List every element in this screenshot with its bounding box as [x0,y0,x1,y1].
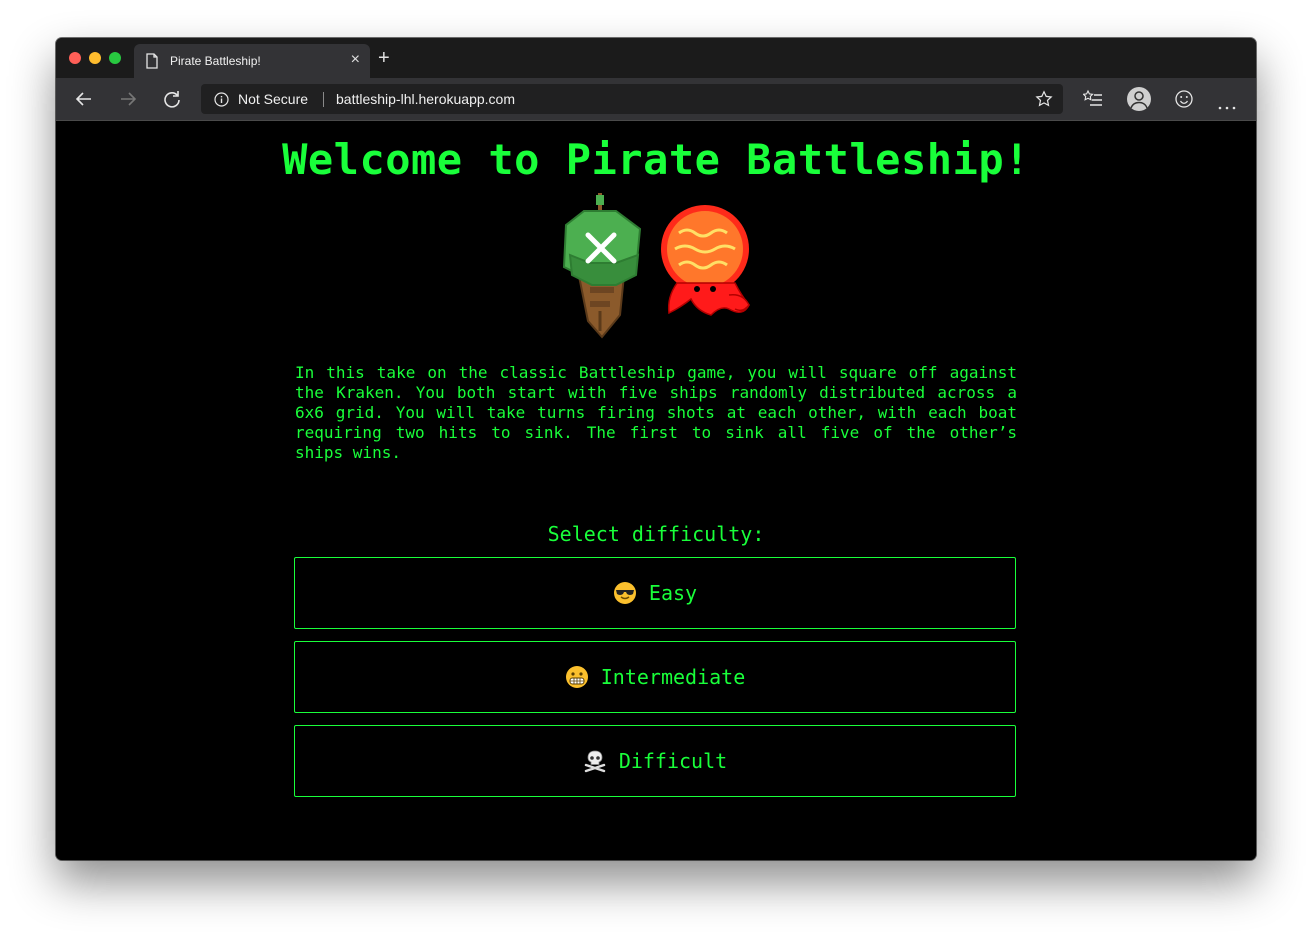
page-icon [145,53,159,74]
feedback-smiley-icon[interactable] [1174,89,1194,114]
window-maximize-button[interactable] [109,52,121,64]
tab-title: Pirate Battleship! [170,54,261,68]
more-menu-icon[interactable] [1218,97,1236,115]
security-label[interactable]: Not Secure [238,91,308,107]
tab-close-icon[interactable]: × [351,51,360,69]
easy-button-label: Easy [648,581,698,605]
pirate-ship-image [556,191,648,343]
skull-crossbones-emoji-icon [583,749,607,773]
reload-icon[interactable] [162,89,182,109]
browser-toolbar: Not Secure battleship-lhl.herokuapp.com [56,78,1256,121]
favorite-star-icon[interactable] [1035,90,1053,113]
grimacing-face-emoji-icon [565,665,589,689]
select-difficulty-label: Select difficulty: [547,522,765,546]
intermediate-button[interactable]: Intermediate [294,641,1016,713]
window-minimize-button[interactable] [89,52,101,64]
back-arrow-icon[interactable] [74,89,94,109]
tab-bar: Pirate Battleship! × + [56,38,1256,78]
difficult-button-label: Difficult [618,749,728,773]
sunglasses-face-emoji-icon [613,581,637,605]
url-text[interactable]: battleship-lhl.herokuapp.com [336,91,515,107]
new-tab-button[interactable]: + [378,48,390,68]
intro-text: In this take on the classic Battleship g… [295,363,1017,462]
profile-avatar-icon[interactable] [1127,87,1151,111]
difficult-button[interactable]: Difficult [294,725,1016,797]
page-content: Welcome to Pirate Battleship! In this ta… [56,121,1256,860]
page-title: Welcome to Pirate Battleship! [282,135,1030,184]
kraken-image [659,203,753,333]
intermediate-button-label: Intermediate [600,665,746,689]
tab-active[interactable]: Pirate Battleship! × [134,44,370,78]
address-bar[interactable]: Not Secure battleship-lhl.herokuapp.com [201,84,1063,114]
window-close-button[interactable] [69,52,81,64]
address-separator [323,92,324,107]
easy-button[interactable]: Easy [294,557,1016,629]
forward-arrow-icon[interactable] [118,89,138,109]
info-icon[interactable] [214,92,229,112]
browser-window: Pirate Battleship! × + Not Secure battle… [56,38,1256,860]
favorites-list-icon[interactable] [1082,89,1103,114]
